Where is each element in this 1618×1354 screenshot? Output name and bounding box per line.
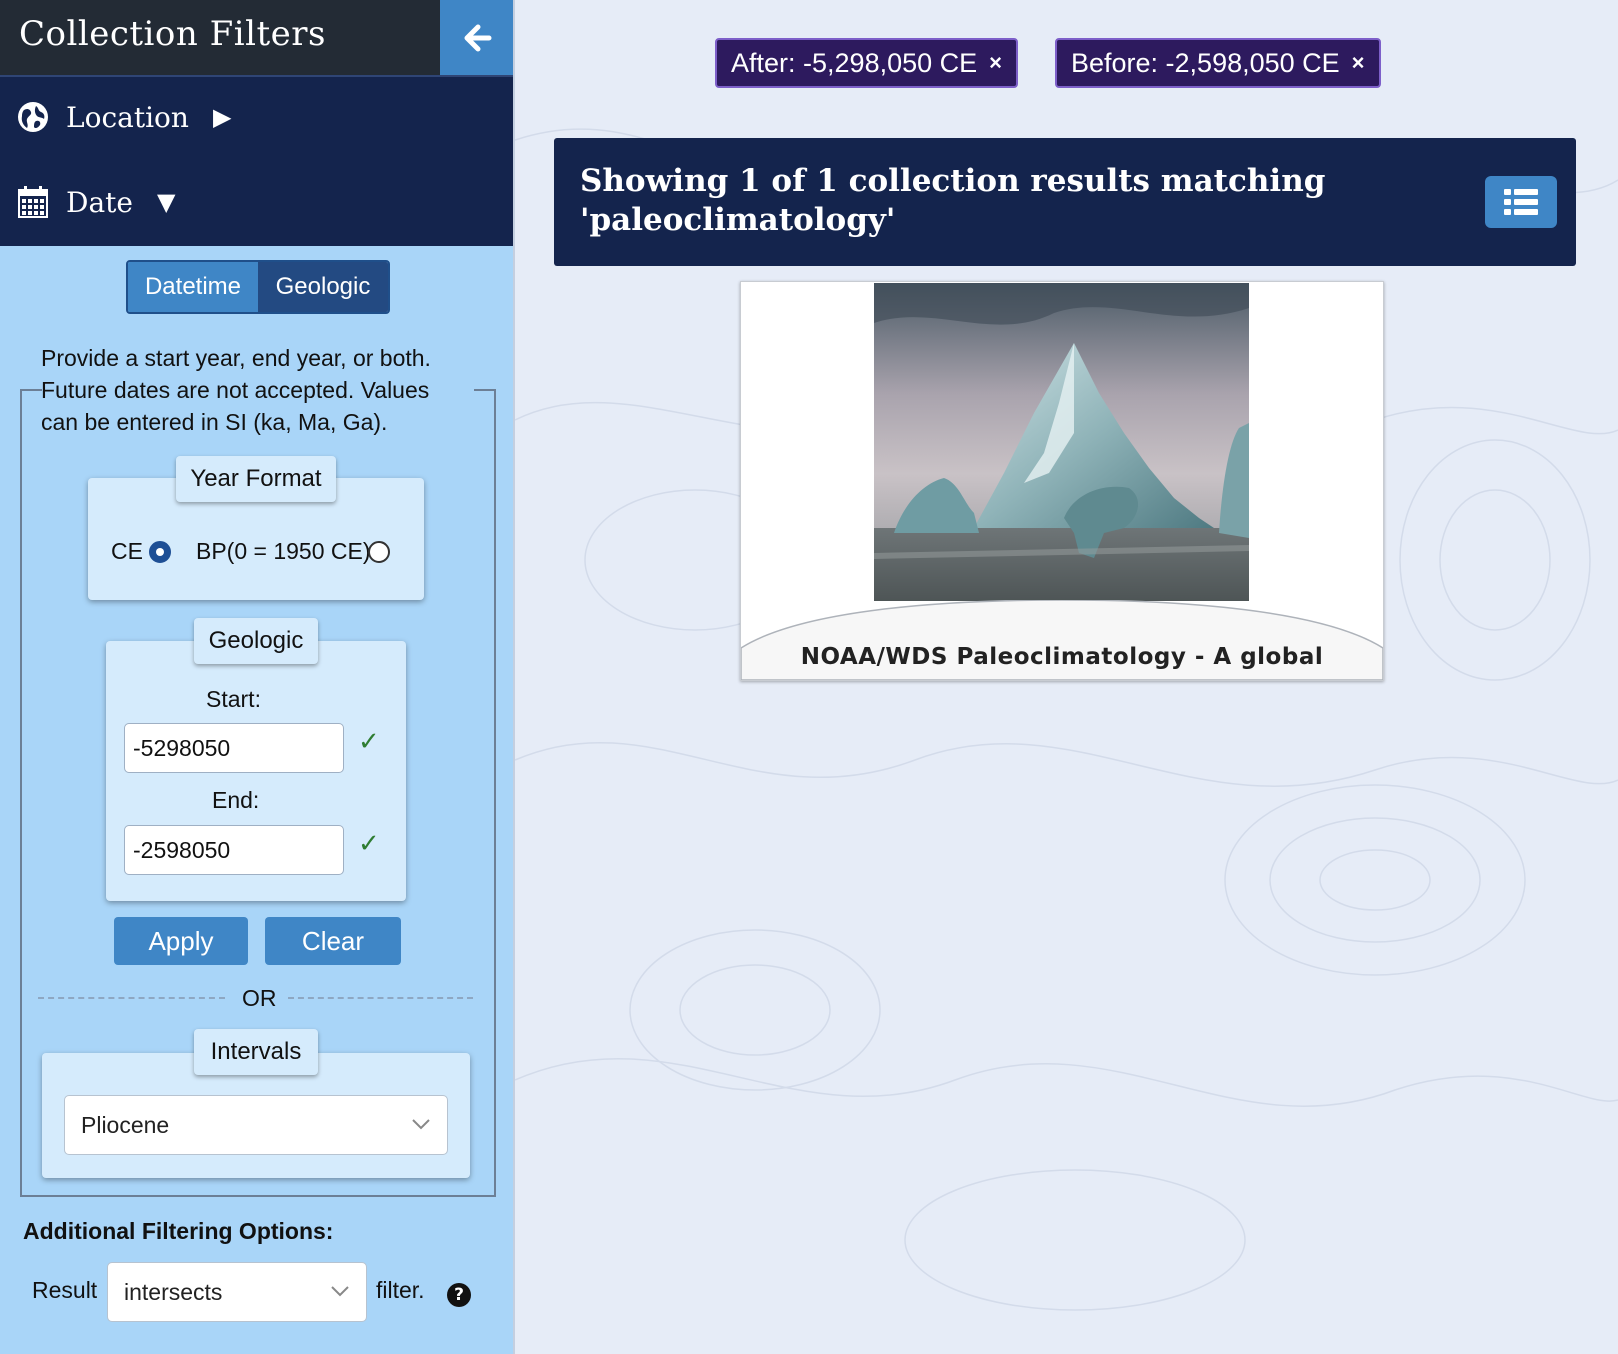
filter-label: filter. (376, 1277, 425, 1303)
results-header: Showing 1 of 1 collection results matchi… (554, 138, 1576, 266)
date-label: Date (66, 185, 133, 219)
collapse-sidebar-button[interactable] (440, 0, 513, 75)
bp-label: BP(0 = 1950 CE) (196, 538, 371, 564)
expand-arrow-icon: ▶ (212, 103, 232, 131)
results-area: After: -5,298,050 CE × Before: -2,598,05… (515, 0, 1618, 1354)
or-divider-right (288, 997, 473, 999)
date-filter-toggle[interactable]: Date ▼ (0, 162, 513, 242)
tab-datetime[interactable]: Datetime (128, 262, 258, 312)
before-chip-label: Before: -2,598,050 CE (1071, 47, 1340, 78)
bp-radio[interactable] (368, 541, 390, 563)
result-relation-value: intersects (124, 1278, 223, 1305)
geologic-title: Geologic (194, 618, 318, 664)
additional-options-title: Additional Filtering Options: (23, 1218, 334, 1244)
or-divider-left (38, 997, 225, 999)
sidebar-title: Collection Filters (19, 14, 326, 54)
arrow-left-icon (464, 24, 491, 51)
geologic-panel: Start: ✓ End: ✓ (106, 641, 406, 901)
remove-before-icon[interactable]: × (1352, 50, 1365, 76)
ce-label: CE (111, 538, 143, 564)
year-format-title: Year Format (176, 456, 336, 502)
start-year-input[interactable] (124, 723, 344, 773)
before-filter-chip[interactable]: Before: -2,598,050 CE × (1055, 38, 1381, 88)
question-circle-icon[interactable]: ? (447, 1283, 471, 1307)
start-label: Start: (206, 686, 261, 712)
end-label: End: (212, 787, 260, 813)
collection-result-card[interactable]: NOAA/WDS Paleoclimatology - A global (740, 281, 1384, 681)
collapse-arrow-icon: ▼ (156, 188, 176, 216)
results-count-text: Showing 1 of 1 collection results matchi… (580, 163, 1326, 238)
interval-selected-value: Pliocene (81, 1111, 170, 1138)
result-label: Result (32, 1277, 98, 1303)
remove-after-icon[interactable]: × (989, 50, 1002, 76)
sidebar-header: Collection Filters (0, 0, 513, 75)
start-valid-check-icon: ✓ (358, 727, 380, 757)
ce-radio[interactable] (149, 541, 171, 563)
tab-geologic[interactable]: Geologic (258, 262, 388, 312)
after-filter-chip[interactable]: After: -5,298,050 CE × (715, 38, 1018, 88)
collection-title: NOAA/WDS Paleoclimatology - A global (800, 644, 1324, 670)
location-filter-toggle[interactable]: Location ▶ (0, 77, 513, 157)
list-icon (1504, 189, 1538, 215)
list-view-button[interactable] (1485, 176, 1557, 228)
iceberg-thumbnail (874, 283, 1249, 601)
apply-button[interactable]: Apply (114, 917, 248, 965)
calendar-icon (16, 186, 50, 218)
filters-sidebar: Collection Filters Location ▶ Date ▼ Dat… (0, 0, 515, 1354)
interval-select[interactable]: Pliocene (64, 1095, 448, 1155)
date-mode-toggle: Datetime Geologic (126, 260, 390, 314)
chevron-down-icon (331, 1286, 349, 1297)
globe-icon (16, 101, 50, 133)
result-relation-select[interactable]: intersects (107, 1262, 367, 1322)
date-help-text: Provide a start year, end year, or both.… (41, 345, 431, 435)
intervals-title: Intervals (194, 1029, 318, 1075)
end-valid-check-icon: ✓ (358, 829, 380, 859)
chevron-down-icon (412, 1119, 430, 1130)
after-chip-label: After: -5,298,050 CE (731, 47, 978, 78)
location-label: Location (66, 100, 189, 134)
clear-button[interactable]: Clear (265, 917, 401, 965)
filter-nav: Location ▶ Date ▼ (0, 75, 513, 246)
or-label: OR (242, 985, 277, 1011)
end-year-input[interactable] (124, 825, 344, 875)
